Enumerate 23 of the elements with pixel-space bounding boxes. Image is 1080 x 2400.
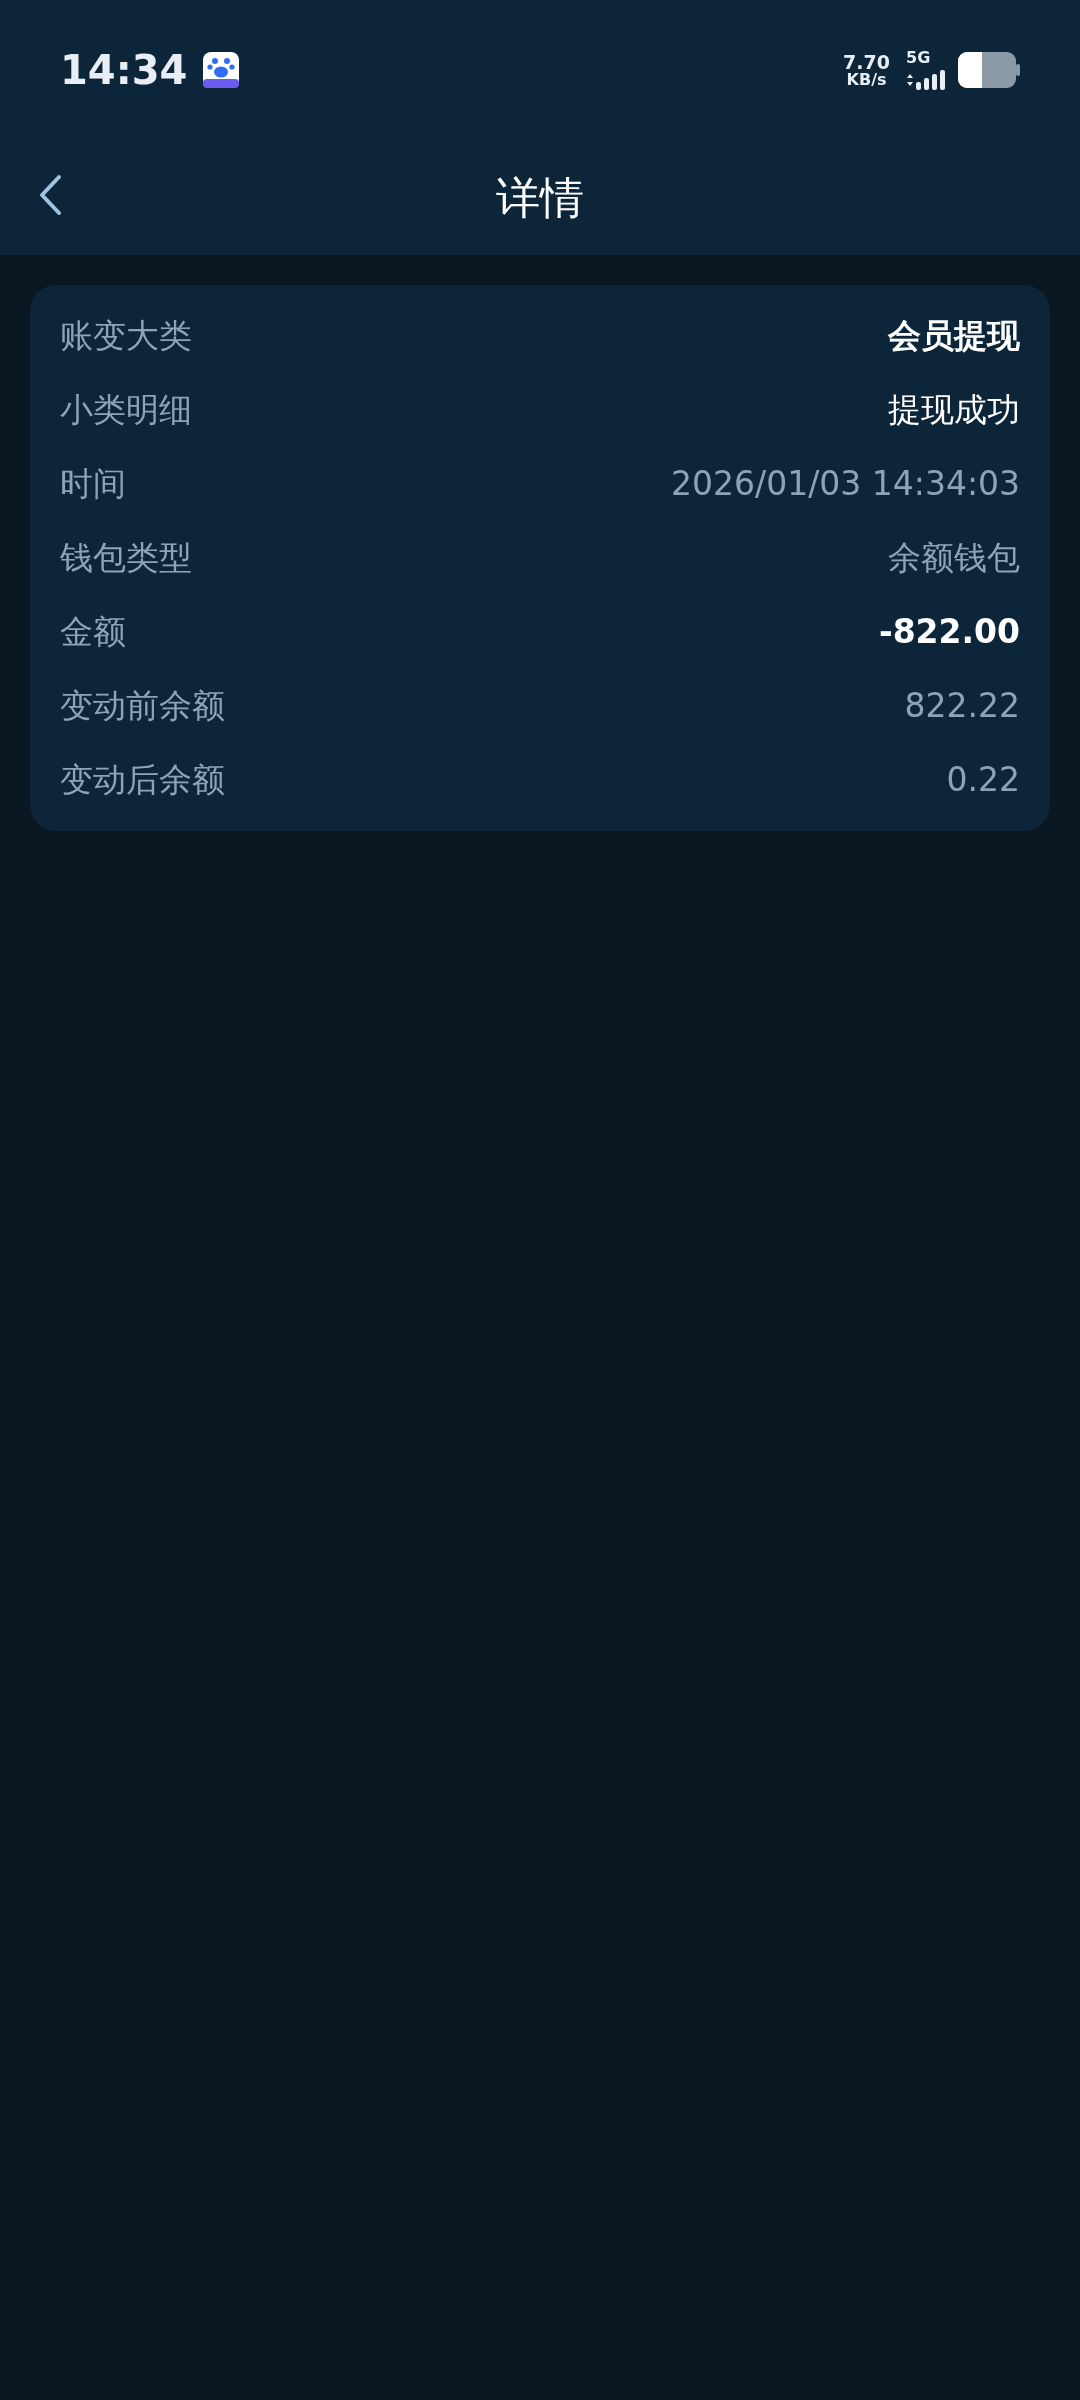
field-label: 金额 — [60, 611, 126, 654]
field-label: 小类明细 — [60, 389, 192, 432]
field-value: 2026/01/03 14:34:03 — [671, 463, 1020, 506]
field-value: 0.22 — [946, 759, 1020, 802]
field-value: 会员提现 — [888, 315, 1020, 358]
network-speed: 7.70 — [843, 52, 890, 72]
field-label: 时间 — [60, 463, 126, 506]
field-label: 钱包类型 — [60, 537, 192, 580]
page-title: 详情 — [496, 170, 584, 225]
speed-unit: KB/s — [846, 71, 887, 88]
back-icon — [38, 174, 62, 216]
field-label: 变动前余额 — [60, 685, 225, 728]
signal-icon — [906, 70, 946, 90]
clock-time: 14:34 — [60, 46, 188, 95]
paw-app-icon — [203, 52, 240, 88]
field-value: 余额钱包 — [888, 537, 1020, 580]
field-value: 822.22 — [904, 685, 1020, 728]
field-label: 账变大类 — [60, 315, 192, 358]
field-value: -822.00 — [878, 611, 1020, 654]
field-label: 变动后余额 — [60, 759, 225, 802]
field-value: 提现成功 — [888, 389, 1020, 432]
battery-icon — [958, 52, 1020, 88]
network-type: 5G — [906, 50, 931, 66]
